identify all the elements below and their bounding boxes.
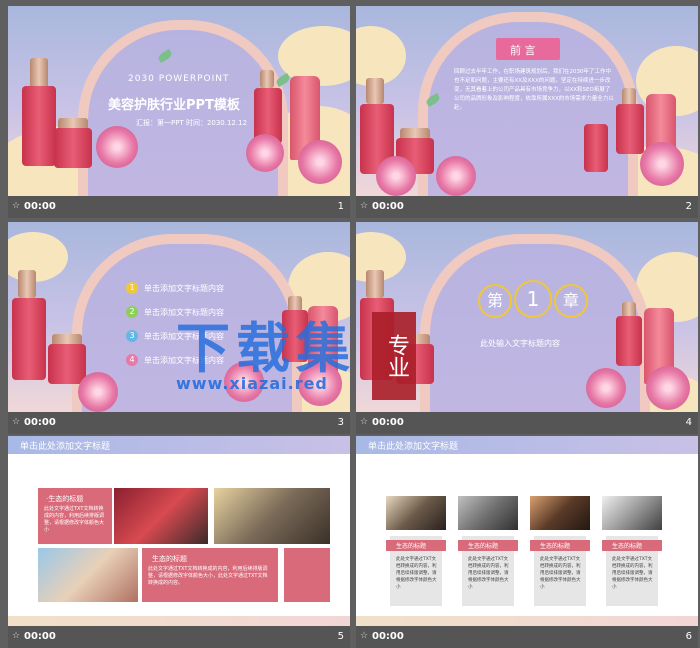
chapter-prefix: 第 [478,284,512,318]
star-icon: ☆ [360,417,369,427]
slide-timing: 00:00 [24,201,56,212]
preface-body: 回顾过去半年工作，在职场建筑规划后，我们在2030年了工作中也不足和问题，主要还… [454,69,614,111]
slide-timing: 00:00 [24,631,56,642]
photo-sunset [214,488,330,544]
star-icon: ☆ [12,417,21,427]
card-title: 生态的标题 [396,543,427,550]
chapter-number: 1 [514,280,552,318]
slide-timing: 00:00 [24,417,56,428]
card-photo-building [458,496,518,530]
text-box-1: ·生态的标题 此处文字通过TXT文档转换成的内容，利用后续排版调整，请根据修改字… [38,488,112,544]
text-box-title: 生态的标题 [152,555,187,563]
chapter-suffix: 章 [554,284,588,318]
card-photo-camera [602,496,662,530]
star-icon: ☆ [12,201,21,211]
slide-header-title: 单击此处添加文字标题 [368,442,459,452]
slide-number: 4 [685,417,692,428]
slide-status-bar: ☆ 00:00 4 [356,412,698,434]
photo-friends [38,548,138,602]
card-text: 此处文字通过TXT文档转换成的内容，利用后续排版调整，请根据修改字体颜色大小 [540,557,581,590]
accent-block [284,548,330,602]
slide-canvas: 2030 POWERPOINT 美容护肤行业PPT模板 汇报：第一PPT 时间：… [8,6,350,196]
slide-canvas: 单击此处添加文字标题 生态的标题 此处文字通过TXT文档转换成的内容，利用后续排… [356,436,698,626]
feature-card-3: 生态的标题 此处文字通过TXT文档转换成的内容，利用后续排版调整，请根据修改字体… [530,496,590,608]
slide-number: 2 [685,201,692,212]
slide-status-bar: ☆ 00:00 6 [356,626,698,648]
star-icon: ☆ [12,631,21,641]
text-box-body: 此处文字通过TXT文档转换成的内容，利用后续排版调整，请根据修改字体颜色大小 [44,506,105,533]
slide-timing: 00:00 [372,631,404,642]
star-icon: ☆ [360,201,369,211]
toc-label: 单击添加文字标题内容 [144,284,224,293]
slide-thumbnail-5[interactable]: 单击此处添加文字标题 ·生态的标题 此处文字通过TXT文档转换成的内容，利用后续… [8,436,350,648]
card-text: 此处文字通过TXT文档转换成的内容，利用后续排版调整，请根据修改字体颜色大小 [396,557,437,590]
year-label: 2030 POWERPOINT [128,74,230,84]
slide-status-bar: ☆ 00:00 1 [8,196,350,218]
slide-timing: 00:00 [372,417,404,428]
feature-card-2: 生态的标题 此处文字通过TXT文档转换成的内容，利用后续排版调整，请根据修改字体… [458,496,518,608]
preface-heading: 前 言 [510,44,536,57]
slide-number: 5 [337,631,344,642]
card-title: 生态的标题 [468,543,499,550]
toc-number: 1 [126,282,138,294]
slide-thumbnail-2[interactable]: 前 言 回顾过去半年工作，在职场建筑规划后，我们在2030年了工作中也不足和问题… [356,6,698,218]
slide-timing: 00:00 [372,201,404,212]
watermark-seal: 专业 [372,312,416,400]
slide-status-bar: ☆ 00:00 5 [8,626,350,648]
slide-canvas: 单击此处添加文字标题 ·生态的标题 此处文字通过TXT文档转换成的内容，利用后续… [8,436,350,626]
text-box-body: 此处文字通过TXT文档转换成的内容，利用后续排版调整，请根据修改字体颜色大小，此… [148,566,268,586]
card-text: 此处文字通过TXT文档转换成的内容，利用后续排版调整，请根据修改字体颜色大小 [468,557,509,590]
card-text: 此处文字通过TXT文档转换成的内容，利用后续排版调整，请根据修改字体颜色大小 [612,557,653,590]
slide-number: 3 [337,417,344,428]
slide-header-title: 单击此处添加文字标题 [20,442,111,452]
card-photo-food [386,496,446,530]
watermark-text: 下载集 [176,317,356,380]
toc-number: 2 [126,306,138,318]
slide-meta: 汇报：第一PPT 时间：2030.12.12 [136,119,248,127]
slide-title: 美容护肤行业PPT模板 [108,98,240,113]
watermark-url: www.xiazai.red [176,374,328,393]
star-icon: ☆ [360,631,369,641]
card-title: 生态的标题 [612,543,643,550]
slide-header-bar: 单击此处添加文字标题 [356,436,698,454]
slide-status-bar: ☆ 00:00 2 [356,196,698,218]
slide-header-bar: 单击此处添加文字标题 [8,436,350,454]
slide-canvas: 前 言 回顾过去半年工作，在职场建筑规划后，我们在2030年了工作中也不足和问题… [356,6,698,196]
toc-number: 4 [126,354,138,366]
feature-card-4: 生态的标题 此处文字通过TXT文档转换成的内容，利用后续排版调整，请根据修改字体… [602,496,662,608]
slide-thumbnail-1[interactable]: 2030 POWERPOINT 美容护肤行业PPT模板 汇报：第一PPT 时间：… [8,6,350,218]
text-box-title: ·生态的标题 [46,495,84,503]
slide-status-bar: ☆ 00:00 3 [8,412,350,434]
photo-dog [114,488,208,544]
slide-number: 1 [337,201,344,212]
card-title: 生态的标题 [540,543,571,550]
toc-number: 3 [126,330,138,342]
slide-number: 6 [685,631,692,642]
feature-card-1: 生态的标题 此处文字通过TXT文档转换成的内容，利用后续排版调整，请根据修改字体… [386,496,446,608]
slide-thumbnail-6[interactable]: 单击此处添加文字标题 生态的标题 此处文字通过TXT文档转换成的内容，利用后续排… [356,436,698,648]
text-box-2: 生态的标题 此处文字通过TXT文档转换成的内容，利用后续排版调整，请根据修改字体… [142,548,278,602]
card-photo-cafe [530,496,590,530]
chapter-subtitle: 此处输入文字标题内容 [480,339,560,348]
